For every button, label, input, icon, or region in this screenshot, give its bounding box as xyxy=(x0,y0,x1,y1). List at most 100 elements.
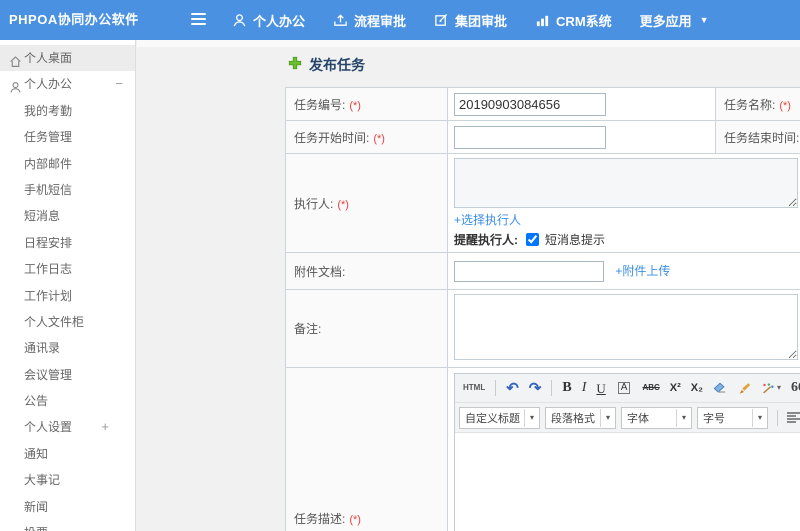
sidebar-item-announcement[interactable]: 公告 xyxy=(0,388,135,414)
user-icon xyxy=(9,77,22,93)
format-brush-button[interactable] xyxy=(733,381,755,396)
caret-down-icon: ▾ xyxy=(524,408,539,427)
redo-button[interactable]: ↷ xyxy=(525,380,546,397)
caret-down-icon: ▾ xyxy=(600,408,615,427)
remind-executor-label: 提醒执行人: xyxy=(454,233,518,247)
italic-button[interactable]: I xyxy=(578,380,591,396)
content-top-strip xyxy=(137,40,800,47)
blockquote-button[interactable]: 66 xyxy=(787,380,800,396)
caret-down-icon: ▼ xyxy=(699,15,709,25)
app-logo: PHPOA协同办公软件 xyxy=(9,12,139,27)
nav-workflow-approval[interactable]: 流程审批 xyxy=(333,11,406,30)
remark-textarea[interactable] xyxy=(454,294,798,360)
sidebar-item-contacts[interactable]: 通讯录 xyxy=(0,335,135,361)
font-size-select[interactable]: 字号 ▾ xyxy=(697,406,768,429)
sidebar-item-desktop[interactable]: 个人桌面 xyxy=(0,45,135,72)
publish-task-form: 任务编号:(*) 任务名称:(*) 任务开始时间:(*) 任务结束时间:(*) xyxy=(285,87,800,531)
table-row: 任务编号:(*) 任务名称:(*) xyxy=(285,87,800,121)
sidebar-item-news[interactable]: 新闻 xyxy=(0,494,135,520)
eraser-button[interactable] xyxy=(709,381,731,396)
main-content: 发布任务 任务编号:(*) 任务名称:(*) 任务开始时间:(*) 任务结束时 xyxy=(137,40,800,531)
clear-format-button[interactable]: ▾ xyxy=(757,381,785,396)
collapse-icon[interactable]: − xyxy=(115,71,123,97)
menu-toggle-icon[interactable] xyxy=(191,13,207,27)
sidebar-item-vote[interactable]: 投票 xyxy=(0,520,135,531)
attachment-upload-link[interactable]: +附件上传 xyxy=(615,264,670,278)
sms-remind-option-label: 短消息提示 xyxy=(545,233,606,247)
sidebar-item-schedule[interactable]: 日程安排 xyxy=(0,230,135,256)
executor-label-cell: 执行人: (*) xyxy=(285,153,448,253)
table-row: 备注: xyxy=(285,289,800,368)
choose-executor-link[interactable]: +选择执行人 xyxy=(454,213,521,227)
editor-toolbar-row1: HTML ↶ ↷ B I U A ABC X² X₂ ▾ 6 xyxy=(455,374,800,403)
executor-textarea[interactable] xyxy=(454,158,798,208)
font-style-button[interactable]: A xyxy=(612,381,637,395)
nav-more-apps[interactable]: 更多应用 ▼ xyxy=(640,11,709,30)
start-time-label-cell: 任务开始时间: (*) xyxy=(285,120,448,154)
page-header: 发布任务 xyxy=(288,55,365,75)
task-description-label-cell: 任务描述: (*) xyxy=(285,367,448,531)
align-left-icon xyxy=(787,411,800,423)
sms-remind-checkbox[interactable] xyxy=(526,233,539,246)
font-family-select[interactable]: 字体 ▾ xyxy=(621,406,692,429)
nav-crm-system[interactable]: CRM系统 xyxy=(535,11,612,30)
caret-down-icon: ▾ xyxy=(777,383,782,392)
bar-chart-icon xyxy=(535,13,550,28)
required-mark: (*) xyxy=(349,514,361,526)
task-number-label-cell: 任务编号: (*) xyxy=(285,87,448,121)
html-source-button[interactable]: HTML xyxy=(459,383,489,393)
topbar: PHPOA协同办公软件 个人办公 流程审批 集团审批 CRM系统 更多应用 ▼ xyxy=(0,0,800,40)
caret-down-icon: ▾ xyxy=(676,408,691,427)
toolbar-separator xyxy=(551,380,553,396)
sidebar-item-file-cabinet[interactable]: 个人文件柜 xyxy=(0,309,135,335)
sidebar-item-my-attendance[interactable]: 我的考勤 xyxy=(0,98,135,124)
table-row: 附件文档: +附件上传 xyxy=(285,252,800,290)
required-mark: (*) xyxy=(349,99,361,112)
task-name-label-cell: 任务名称: (*) xyxy=(715,87,800,121)
nav-group-approval[interactable]: 集团审批 xyxy=(434,11,507,30)
align-left-button[interactable] xyxy=(784,410,800,426)
superscript-button[interactable]: X² xyxy=(666,382,685,395)
sidebar-item-meeting[interactable]: 会议管理 xyxy=(0,362,135,388)
nav-personal-office[interactable]: 个人办公 xyxy=(232,11,305,30)
attachment-label-cell: 附件文档: xyxy=(285,252,448,290)
sidebar-item-task-management[interactable]: 任务管理 xyxy=(0,124,135,150)
sidebar: 个人桌面 个人办公 − 我的考勤 任务管理 内部邮件 手机短信 短消息 日程安排… xyxy=(0,40,136,531)
start-time-input[interactable] xyxy=(454,125,606,149)
undo-button[interactable]: ↶ xyxy=(502,380,523,397)
rich-text-editor: HTML ↶ ↷ B I U A ABC X² X₂ ▾ 6 自定义标题 ▾ 段… xyxy=(454,373,800,531)
paragraph-format-select[interactable]: 段落格式 ▾ xyxy=(545,406,616,429)
user-icon xyxy=(232,13,247,28)
sidebar-item-events[interactable]: 大事记 xyxy=(0,467,135,493)
task-number-input[interactable] xyxy=(454,92,606,116)
sidebar-item-work-log[interactable]: 工作日志 xyxy=(0,256,135,282)
sidebar-item-internal-mail[interactable]: 内部邮件 xyxy=(0,151,135,177)
sidebar-item-sms[interactable]: 手机短信 xyxy=(0,177,135,203)
top-navigation: 个人办公 流程审批 集团审批 CRM系统 更多应用 ▼ xyxy=(232,0,709,40)
expand-icon[interactable]: + xyxy=(101,414,109,440)
sidebar-item-personal-settings[interactable]: 个人设置 + xyxy=(0,414,135,440)
table-row: 任务开始时间:(*) 任务结束时间:(*) xyxy=(285,120,800,154)
sidebar-item-personal-office[interactable]: 个人办公 − xyxy=(0,71,135,97)
editor-content-area[interactable] xyxy=(455,433,800,531)
bold-button[interactable]: B xyxy=(558,380,575,396)
required-mark: (*) xyxy=(373,132,385,145)
toolbar-separator xyxy=(495,380,497,396)
custom-heading-select[interactable]: 自定义标题 ▾ xyxy=(459,406,540,429)
brush-icon xyxy=(739,382,751,394)
strikethrough-button[interactable]: ABC xyxy=(638,383,663,393)
subscript-button[interactable]: X₂ xyxy=(687,382,707,395)
required-mark: (*) xyxy=(779,99,791,112)
edit-approve-icon xyxy=(434,13,449,28)
table-row: 执行人: (*) +选择执行人 提醒执行人: 短消息提示 xyxy=(285,153,800,253)
table-row: 任务描述: (*) HTML ↶ ↷ B I U A ABC X² X₂ ▾ 6… xyxy=(285,367,800,531)
underline-button[interactable]: U xyxy=(592,381,609,396)
page-title: 发布任务 xyxy=(309,57,365,73)
workflow-approve-icon xyxy=(333,13,348,28)
magic-wand-icon xyxy=(763,382,774,393)
sidebar-item-short-message[interactable]: 短消息 xyxy=(0,203,135,229)
sidebar-item-notice[interactable]: 通知 xyxy=(0,441,135,467)
add-plus-icon xyxy=(288,56,302,75)
sidebar-item-work-plan[interactable]: 工作计划 xyxy=(0,283,135,309)
attachment-input[interactable] xyxy=(454,260,604,282)
